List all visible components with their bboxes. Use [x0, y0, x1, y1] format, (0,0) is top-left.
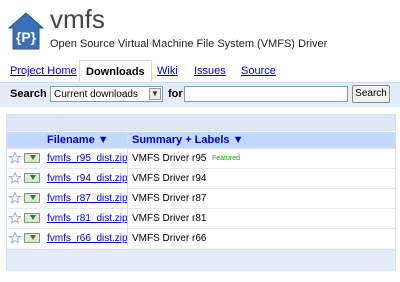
table-row: fvmfs_r95_dist.zip VMFS Driver r95 Featu…: [7, 148, 395, 168]
star-icon[interactable]: [9, 232, 21, 244]
tab-source[interactable]: Source: [241, 65, 276, 77]
download-icon[interactable]: [24, 213, 40, 223]
star-icon[interactable]: [9, 212, 21, 224]
download-icon[interactable]: [24, 193, 40, 203]
table-header-row: Filename ▼ Summary + Labels ▼: [7, 132, 395, 148]
search-input[interactable]: [184, 86, 348, 102]
search-button[interactable]: Search: [352, 85, 390, 103]
table-toolbar: [7, 115, 395, 131]
column-divider: [127, 132, 128, 246]
featured-label[interactable]: Featured: [212, 155, 240, 162]
tab-wiki[interactable]: Wiki: [157, 65, 178, 77]
tab-project-home[interactable]: Project Home: [10, 65, 77, 77]
tab-bar: Project Home Downloads Wiki Issues Sourc…: [0, 60, 400, 83]
table-row: fvmfs_r87_dist.zip VMFS Driver r87: [7, 188, 395, 208]
search-label: Search: [10, 88, 47, 100]
downloads-table: Filename ▼ Summary + Labels ▼ fvmfs_r95_…: [6, 114, 396, 271]
download-icon[interactable]: [24, 153, 40, 163]
summary-text: VMFS Driver r87: [132, 193, 207, 204]
project-title: vmfs: [50, 4, 105, 34]
filename-link[interactable]: fvmfs_r87_dist.zip: [47, 193, 128, 204]
table-footer: [7, 249, 395, 271]
project-header: {P} vmfs Open Source Virtual Machine Fil…: [0, 0, 400, 58]
table-row: fvmfs_r81_dist.zip VMFS Driver r81: [7, 208, 395, 228]
summary-text: VMFS Driver r94: [132, 173, 207, 184]
table-row: fvmfs_r94_dist.zip VMFS Driver r94: [7, 168, 395, 188]
download-icon[interactable]: [24, 233, 40, 243]
tab-downloads[interactable]: Downloads: [79, 60, 152, 82]
download-scope-select[interactable]: Current downloads ▼: [50, 86, 163, 102]
for-label: for: [168, 88, 183, 100]
search-bar: Search Current downloads ▼ for Search: [0, 83, 400, 107]
logo-letter: {P}: [16, 29, 37, 45]
filename-link[interactable]: fvmfs_r66_dist.zip: [47, 233, 128, 244]
star-icon[interactable]: [9, 192, 21, 204]
project-logo-icon: {P}: [8, 12, 44, 50]
download-scope-value: Current downloads: [54, 89, 138, 100]
summary-column-header[interactable]: Summary + Labels ▼: [132, 134, 243, 146]
table-row: fvmfs_r66_dist.zip VMFS Driver r66: [7, 228, 395, 248]
star-icon[interactable]: [9, 152, 21, 164]
project-subtitle: Open Source Virtual Machine File System …: [50, 38, 328, 50]
filename-link[interactable]: fvmfs_r95_dist.zip: [47, 153, 128, 164]
summary-text: VMFS Driver r81: [132, 213, 207, 224]
tab-issues[interactable]: Issues: [194, 65, 226, 77]
star-icon[interactable]: [9, 172, 21, 184]
filename-link[interactable]: fvmfs_r81_dist.zip: [47, 213, 128, 224]
filename-link[interactable]: fvmfs_r94_dist.zip: [47, 173, 128, 184]
filename-column-header[interactable]: Filename ▼: [47, 134, 109, 146]
summary-text: VMFS Driver r66: [132, 233, 207, 244]
chevron-down-icon[interactable]: ▼: [149, 88, 161, 100]
download-icon[interactable]: [24, 173, 40, 183]
summary-text: VMFS Driver r95: [132, 153, 207, 164]
